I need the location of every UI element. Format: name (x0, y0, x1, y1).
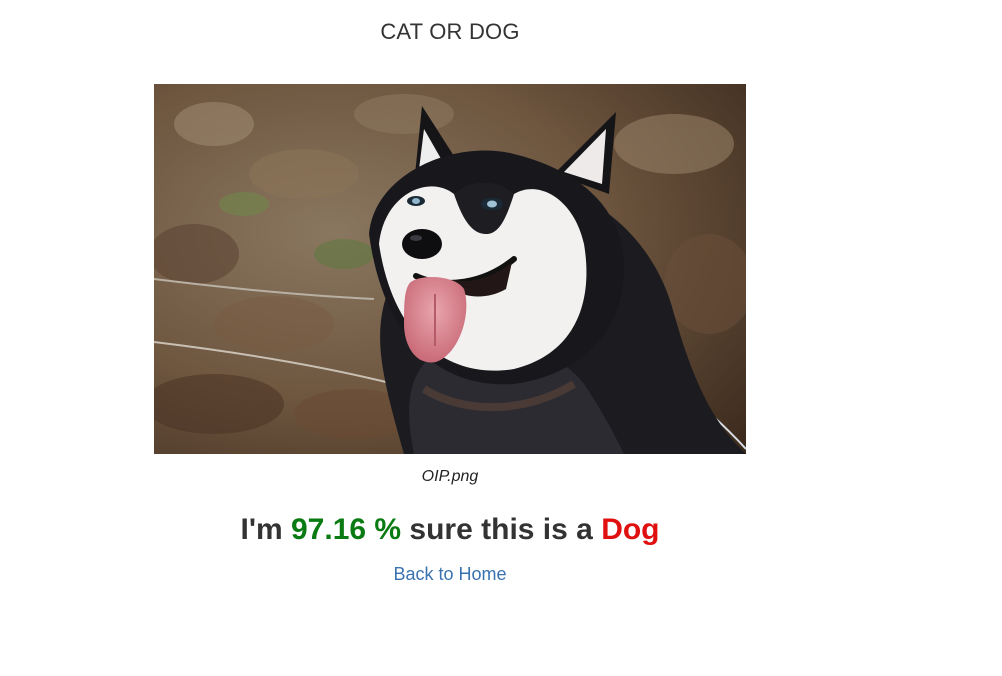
back-link-row: Back to Home (0, 564, 900, 585)
uploaded-image (154, 84, 746, 454)
image-filename: OIP.png (421, 468, 479, 485)
page-title: CAT OR DOG (380, 19, 520, 44)
prediction-result: I'm 97.16 % sure this is a Dog (0, 513, 900, 547)
predicted-label: Dog (601, 513, 660, 546)
page: CAT OR DOG OIP.png I'm 97.16 % sure this… (0, 0, 1002, 676)
result-prefix: I'm (240, 513, 283, 546)
confidence-value: 97.16 % (290, 513, 402, 546)
back-to-home-link[interactable]: Back to Home (393, 564, 506, 584)
result-middle: sure this is a (409, 513, 593, 546)
